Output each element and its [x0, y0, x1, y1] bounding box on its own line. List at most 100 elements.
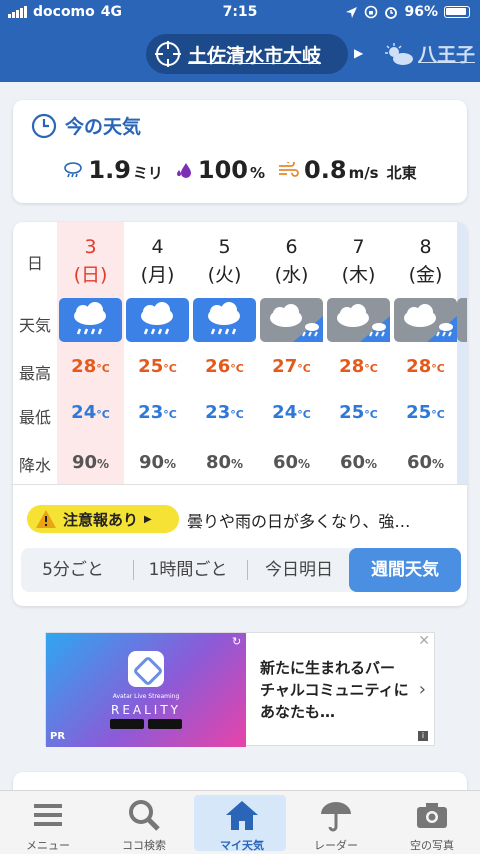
row-label-day: 日 [26, 254, 43, 273]
ad-image[interactable]: Avatar Live Streaming REALITY PR ↻ [46, 633, 246, 747]
current-weather-title: 今の天気 [65, 116, 142, 138]
day-number: 7 [352, 236, 365, 258]
umbrella-icon [321, 802, 351, 832]
cloud-rain-icon [394, 298, 457, 342]
partial-weather-icon [457, 298, 467, 342]
nav-label: レーダー [314, 839, 358, 852]
low-temp: 24°C [272, 402, 311, 423]
wind-direction: 北東 [386, 164, 417, 182]
forecast-tabs: 5分ごと 1時間ごと 今日明日 週間天気 [21, 548, 461, 592]
tab-weekly[interactable]: 週間天気 [349, 548, 461, 592]
precip-unit: ミリ [132, 164, 163, 182]
search-icon [129, 800, 160, 831]
rain-cloud-icon [126, 298, 189, 342]
tab-hourly[interactable]: 1時間ごと [133, 548, 243, 592]
next-location-link[interactable]: 八王子 [384, 40, 475, 67]
day-number: 3 [84, 236, 97, 258]
humidity-unit: % [250, 164, 266, 182]
day-number: 8 [419, 236, 432, 258]
ad-brand: REALITY [110, 703, 181, 717]
tab-5min[interactable]: 5分ごと [21, 548, 125, 592]
ad-pr-label: PR [50, 731, 66, 742]
low-temp: 23°C [138, 402, 177, 423]
top-bar: docomo 4G 7:15 96% 土佐清水市大岐 ▶ 八王子 [0, 0, 480, 82]
day-weekday: (日) [73, 264, 108, 286]
high-temp: 27°C [272, 356, 311, 377]
tab-divider [247, 560, 248, 580]
cloud-rain-icon [327, 298, 390, 342]
info-icon[interactable]: i [418, 731, 428, 741]
location-arrow-icon [346, 6, 358, 18]
alert-badge[interactable]: 注意報あり ▶ [27, 505, 179, 533]
day-number: 4 [151, 236, 164, 258]
precip-chance: 90% [71, 452, 110, 473]
refresh-icon[interactable]: ↻ [232, 635, 241, 648]
humidity-value: 100 [197, 156, 249, 184]
day-weekday: (水) [274, 264, 309, 286]
chevron-right-icon: › [418, 679, 426, 700]
wind-value: 0.8 [304, 156, 347, 184]
bottom-nav: メニュー ココ検索 マイ天気 レーダー 空の写真 [0, 790, 480, 854]
nav-label: ココ検索 [122, 839, 166, 852]
precip-chance: 60% [339, 452, 378, 473]
google-play-badge-icon [148, 719, 182, 729]
rain-cloud-icon [193, 298, 256, 342]
precip-value: 1.9 [88, 156, 131, 184]
close-icon[interactable]: ✕ [418, 633, 430, 649]
nav-search[interactable]: ココ検索 [96, 791, 192, 854]
nav-label: 空の写真 [410, 839, 454, 852]
nav-label: マイ天気 [220, 839, 264, 852]
alert-summary[interactable]: 曇りや雨の日が多くなり、強… [187, 508, 410, 532]
nav-menu[interactable]: メニュー [0, 791, 96, 854]
nav-radar[interactable]: レーダー [288, 791, 384, 854]
camera-icon [417, 803, 447, 828]
ad-text: 新たに生まれるバーチャルコミュニティにあなたも… [260, 659, 409, 721]
divider [13, 484, 467, 485]
low-temp: 25°C [339, 402, 378, 423]
current-location-button[interactable]: 土佐清水市大岐 [146, 34, 348, 74]
battery-percent: 96% [404, 4, 438, 20]
menu-icon [34, 804, 62, 826]
high-temp: 26°C [205, 356, 244, 377]
battery-icon [444, 6, 470, 18]
crosshair-icon [155, 41, 181, 67]
day-weekday: (火) [207, 264, 242, 286]
precip-chance: 60% [406, 452, 445, 473]
nav-sky-photos[interactable]: 空の写真 [384, 791, 480, 854]
low-temp: 23°C [205, 402, 244, 423]
alarm-icon [385, 7, 398, 19]
store-badges [110, 719, 182, 729]
ad-banner[interactable]: Avatar Live Streaming REALITY PR ↻ 新たに生ま… [45, 632, 435, 747]
day-column[interactable]: 3 (日) 28°C 24°C 90% [57, 222, 124, 484]
reality-logo-icon [128, 651, 164, 687]
humidity-drops-icon [176, 163, 191, 178]
clock-icon [31, 113, 57, 138]
day-number: 6 [285, 236, 298, 258]
low-temp: 25°C [406, 402, 445, 423]
high-temp: 28°C [339, 356, 378, 377]
day-weekday: (月) [140, 264, 175, 286]
next-location-name: 八王子 [418, 44, 476, 66]
low-temp: 24°C [71, 402, 110, 423]
precip-chance: 90% [138, 452, 177, 473]
weekly-forecast-card: 日 天気 最高 最低 降水 3 (日) 28°C 24°C 90% 4 (月) … [13, 222, 467, 606]
wind-unit: m/s [348, 164, 379, 182]
wind-icon [279, 162, 299, 177]
row-label-low: 最低 [18, 408, 51, 427]
precip-chance: 60% [272, 452, 311, 473]
day-number: 5 [218, 236, 231, 258]
precip-chance: 80% [205, 452, 244, 473]
lock-rotation-icon [365, 5, 378, 19]
tab-today-tomorrow[interactable]: 今日明日 [249, 548, 349, 592]
high-temp: 25°C [138, 356, 177, 377]
day-weekday: (木) [341, 264, 376, 286]
day-weekday: (金) [408, 264, 443, 286]
chevron-right-icon: ▶ [144, 513, 152, 525]
current-weather-card[interactable]: 今の天気 1.9 ミリ 100 % 0.8 m/s 北東 [13, 100, 467, 203]
row-label-high: 最高 [18, 364, 51, 383]
nav-my-weather[interactable]: マイ天気 [194, 791, 290, 854]
chevron-right-icon: ▶ [354, 46, 364, 60]
rain-cloud-small-icon [64, 162, 83, 178]
row-label-weather: 天気 [18, 316, 51, 335]
current-location-name: 土佐清水市大岐 [188, 44, 322, 67]
